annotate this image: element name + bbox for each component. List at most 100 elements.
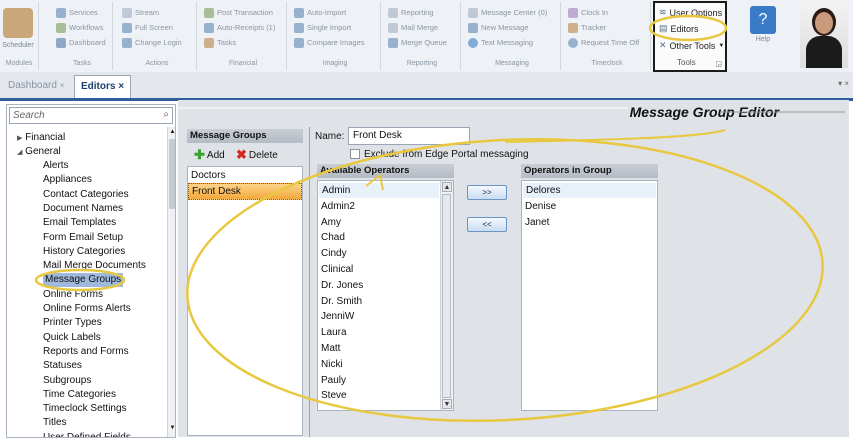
help-icon[interactable]: ? [750,6,776,34]
expand-arrow-icon[interactable]: ▶ [17,135,22,142]
ribbon-item[interactable]: Message Center (0) [468,6,547,19]
tree-item[interactable]: Alerts [43,159,69,173]
remove-operator-button[interactable]: << [467,217,507,232]
ribbon-item[interactable]: New Message [468,21,529,34]
list-item[interactable]: Matt [321,341,340,356]
list-item[interactable]: Cindy [321,246,347,261]
group-label: Financial [228,60,257,67]
exclude-checkbox[interactable] [350,149,360,159]
collapse-arrow-icon[interactable]: ◢ [17,149,22,156]
ribbon-item[interactable]: Mail Merge [388,21,438,34]
tree-item[interactable]: Subgroups [43,374,91,388]
tab-menu-icon[interactable]: ▾ × [838,79,849,88]
list-item[interactable]: Clinical [321,262,353,277]
tree-item[interactable]: History Categories [43,245,125,259]
tree-item[interactable]: Online Forms [43,288,103,302]
tools-group-label: Tools [677,58,696,67]
tab-editors[interactable]: Editors × [74,75,132,98]
close-icon[interactable]: × [60,81,65,90]
list-item[interactable]: Denise [525,199,556,214]
tree-item[interactable]: Timeclock Settings [43,402,127,416]
tree-item[interactable]: Printer Types [43,316,102,330]
scroll-up-icon[interactable]: ▲ [168,129,175,137]
tree-item[interactable]: Quick Labels [43,331,101,345]
ribbon-item[interactable]: Request Time Off [568,36,639,49]
tree-item[interactable]: Form Email Setup [43,231,123,245]
ribbon-item[interactable]: Tracker [568,21,606,34]
list-item[interactable]: Delores [523,183,656,198]
ribbon-item[interactable]: Workflows [56,21,103,34]
list-item[interactable]: Chad [321,230,345,245]
search-icon[interactable]: ⌕ [163,109,169,120]
tree-item[interactable]: Mail Merge Documents [43,259,146,273]
list-item[interactable]: Admin [319,183,439,198]
exclude-label: Exclude from Edge Portal messaging [364,149,529,160]
scroll-thumb[interactable] [169,139,175,209]
ribbon-item[interactable]: Dashboard [56,36,106,49]
tree-item[interactable]: User Defined Fields [43,431,131,437]
text-messaging-icon [468,37,478,48]
ribbon-item[interactable]: Text Messaging [468,36,533,49]
ribbon-item[interactable]: Reporting [388,6,434,19]
list-item[interactable]: Steve [321,388,347,403]
tree-item[interactable]: Statuses [43,359,82,373]
scroll-thumb[interactable] [442,194,451,398]
ribbon-item[interactable]: Change Login [122,36,182,49]
list-item[interactable]: Amy [321,215,341,230]
tree-item[interactable]: Online Forms Alerts [43,302,131,316]
scroll-down-icon[interactable]: ▼ [442,399,452,409]
tree-item-selected[interactable]: Message Groups [43,273,124,288]
tree-item[interactable]: Appliances [43,173,92,187]
ribbon-item[interactable]: Stream [122,6,159,19]
tree-item[interactable]: Titles [43,416,67,430]
tree-item[interactable]: Document Names [43,202,123,216]
scroll-up-icon[interactable]: ▲ [442,182,452,192]
add-operator-button[interactable]: >> [467,185,507,200]
list-item[interactable]: Admin2 [321,199,355,214]
group-label: Messaging [495,60,529,67]
delete-button[interactable]: ✖ Delete [236,147,278,163]
name-input[interactable]: Front Desk [348,127,470,145]
ribbon-item[interactable]: Auto-Import [294,6,346,19]
tree-item[interactable]: Reports and Forms [43,345,129,359]
tree-item-general[interactable]: ◢ General [17,145,61,160]
tree-item[interactable]: Contact Categories [43,188,129,202]
ribbon-item[interactable]: Auto-Receipts (1) [204,21,275,34]
list-item-selected[interactable]: Front Desk [188,183,302,200]
list-item[interactable]: Dr. Jones [321,278,363,293]
dialog-launcher-icon[interactable]: ◲ [715,60,722,68]
scheduler-icon[interactable] [3,8,33,38]
tree-item-financial[interactable]: ▶ Financial [17,131,65,146]
ribbon-item[interactable]: Merge Queue [388,36,447,49]
ribbon-item[interactable]: Clock In [568,6,608,19]
list-item[interactable]: Doctors [191,168,225,183]
ribbon-item[interactable]: Tasks [204,36,236,49]
add-button[interactable]: ✚ Add [194,147,225,163]
ribbon-item[interactable]: Post Transaction [204,6,273,19]
tab-dashboard[interactable]: Dashboard × [2,75,70,97]
group-label: Tasks [73,60,91,67]
scroll-down-icon[interactable]: ▼ [168,425,175,433]
list-item[interactable]: Janet [525,215,549,230]
ribbon-item[interactable]: Single Import [294,21,351,34]
close-icon[interactable]: × [118,81,124,92]
user-avatar [800,2,848,68]
available-scrollbar[interactable]: ▲ ▼ [440,181,453,410]
search-input[interactable]: Search ⌕ [9,107,173,124]
user-options-button[interactable]: ≋ User Options [659,7,722,18]
splitter[interactable] [309,127,310,437]
list-item[interactable]: Laura [321,325,347,340]
list-item[interactable]: Pauly [321,373,346,388]
tree-item[interactable]: Time Categories [43,388,116,402]
editors-button[interactable]: ▤ Editors [659,23,699,34]
new-message-icon [468,22,478,33]
ribbon-item[interactable]: Full Screen [122,21,173,34]
list-item[interactable]: Dr. Smith [321,294,362,309]
list-item[interactable]: Nicki [321,357,343,372]
ribbon-item[interactable]: Services [56,6,98,19]
list-item[interactable]: JenniW [321,309,354,324]
other-tools-button[interactable]: ✕ Other Tools ▼ [659,40,724,51]
ribbon-item[interactable]: Compare Images [294,36,365,49]
tree-item[interactable]: Email Templates [43,216,116,230]
sidebar-scrollbar[interactable]: ▲ ▼ [167,127,175,437]
